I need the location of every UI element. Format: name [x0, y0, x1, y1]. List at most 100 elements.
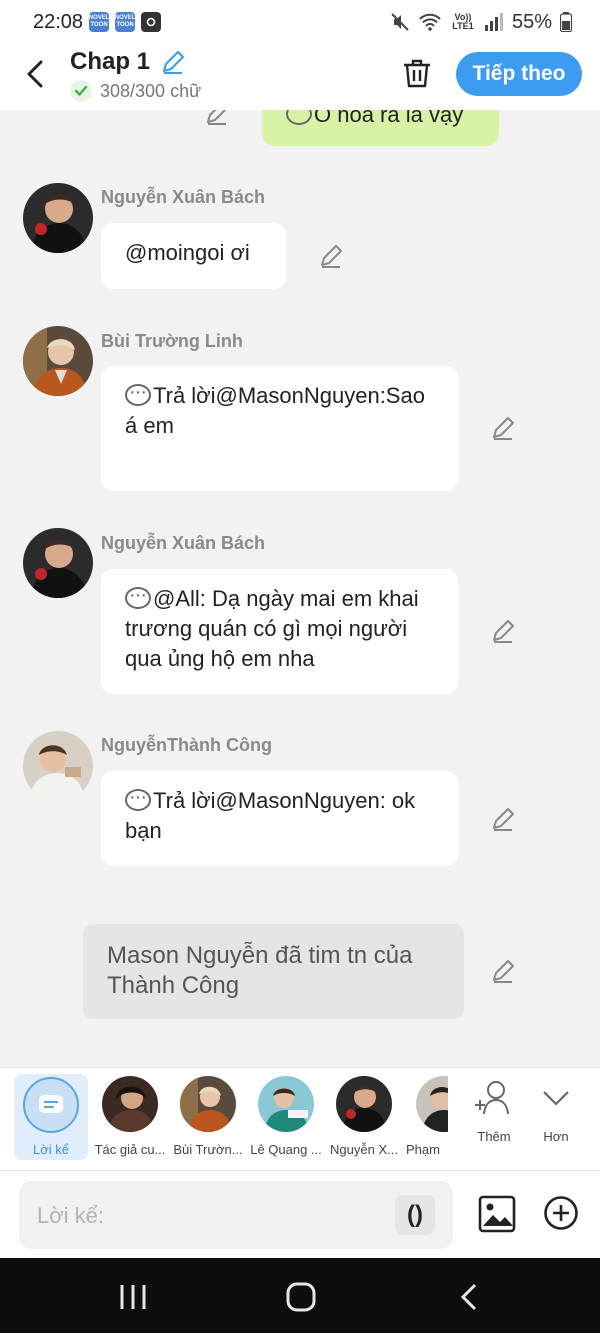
pencil-icon — [493, 960, 514, 983]
input-placeholder: Lời kể: — [37, 1203, 105, 1228]
chevron-down-icon — [543, 1091, 569, 1106]
message-input[interactable]: Lời kể: () — [19, 1181, 453, 1249]
system-message-text: Mason Nguyễn đã tim tn của Thành Công — [107, 942, 413, 999]
own-message-bubble[interactable]: Ồ hóa ra là vậy — [262, 110, 499, 146]
sender-name: Bùi Trường Linh — [101, 331, 243, 351]
battery-percent: 55% — [511, 10, 552, 33]
check-icon — [70, 80, 92, 102]
home-button[interactable] — [286, 1282, 316, 1312]
chapter-title: Chap 1 — [70, 48, 151, 75]
recent-apps-icon — [120, 1285, 146, 1309]
pencil-icon — [493, 620, 514, 643]
character-item[interactable]: Nguyễn X... — [326, 1076, 402, 1157]
edit-message-button[interactable] — [490, 415, 516, 441]
delete-button[interactable] — [400, 56, 434, 90]
reply-icon — [125, 782, 151, 812]
pencil-icon — [321, 245, 342, 268]
narrator-avatar — [23, 1077, 79, 1133]
message-bubble[interactable]: Trả lời@MasonNguyen: ok bạn — [101, 771, 458, 866]
back-icon — [460, 1283, 477, 1311]
novel-toon-app-icon: NOVEL TOON — [89, 12, 109, 32]
sender-name: Nguyễn Xuân Bách — [101, 187, 266, 207]
edit-message-button[interactable] — [490, 958, 516, 984]
trash-icon — [404, 59, 430, 88]
plus-circle-icon — [544, 1196, 578, 1230]
message-bubble[interactable]: @All: Dạ ngày mai em khai trương quán có… — [101, 569, 458, 694]
message-bubble[interactable]: Trả lời@MasonNguyen:Sao á em — [101, 366, 458, 491]
reply-icon — [125, 580, 151, 610]
camera-app-icon — [141, 12, 162, 32]
character-label: Nguyễn X... — [330, 1142, 398, 1157]
message-text: Ồ hóa ra là vậy — [314, 110, 464, 127]
system-navigation-bar — [0, 1258, 600, 1333]
parentheses-button[interactable]: () — [395, 1195, 435, 1235]
collapse-label: Hơn — [543, 1129, 569, 1144]
message-text: Trả lời@MasonNguyen:Sao á em — [125, 383, 425, 438]
system-message[interactable]: Mason Nguyễn đã tim tn của Thành Công — [83, 924, 464, 1019]
back-nav-button[interactable] — [454, 1282, 484, 1312]
mute-icon — [391, 13, 409, 31]
home-icon — [286, 1282, 316, 1312]
reply-icon — [125, 377, 151, 407]
sender-name: Nguyễn Xuân Bách — [101, 533, 266, 553]
avatar[interactable] — [23, 731, 93, 801]
edit-message-button[interactable] — [490, 806, 516, 832]
next-button[interactable]: Tiếp theo — [456, 52, 582, 96]
status-time: 22:08 — [33, 10, 84, 33]
back-button[interactable] — [20, 58, 50, 90]
chat-area[interactable]: Ồ hóa ra là vậy Nguyễn Xuân Bách @moingo… — [0, 110, 600, 1067]
sender-name: NguyễnThành Công — [101, 735, 272, 755]
character-label: Lời kể — [33, 1142, 69, 1157]
avatar[interactable] — [23, 326, 93, 396]
chevron-left-icon — [27, 60, 43, 88]
character-item[interactable]: Phạm — [404, 1076, 448, 1157]
edit-message-button[interactable] — [204, 110, 230, 126]
message-text: @All: Dạ ngày mai em khai trương quán có… — [125, 586, 419, 671]
status-bar: 22:08 NOVEL TOON NOVEL TOON Vo)) LTE1 55… — [0, 0, 600, 44]
character-label: Bùi Trườn... — [173, 1142, 243, 1157]
chapter-header: Chap 1 308/300 chữ Tiếp theo — [0, 44, 600, 110]
character-label: Lê Quang ... — [250, 1142, 322, 1157]
pencil-icon — [207, 110, 227, 125]
lte-indicator: Vo)) LTE1 — [452, 12, 474, 31]
recent-apps-button[interactable] — [118, 1282, 148, 1312]
add-person-icon — [475, 1081, 509, 1115]
message-bubble[interactable]: @moingoi ơi — [101, 223, 286, 289]
edit-message-button[interactable] — [490, 618, 516, 644]
character-narrator[interactable]: Lời kể — [14, 1074, 88, 1160]
avatar[interactable] — [23, 183, 93, 253]
character-label: Phạm — [406, 1142, 440, 1157]
character-item[interactable]: Tác giả cu... — [92, 1076, 168, 1157]
avatar — [336, 1076, 392, 1132]
message-icon — [39, 1095, 63, 1113]
message-text: @moingoi ơi — [125, 240, 250, 265]
title-block: Chap 1 308/300 chữ — [70, 48, 201, 102]
message-text: Trả lời@MasonNguyen: ok bạn — [125, 788, 416, 843]
pencil-icon — [163, 50, 185, 74]
character-item[interactable]: Bùi Trườn... — [170, 1076, 246, 1157]
pencil-icon — [493, 417, 514, 440]
add-character-button[interactable]: Thêm — [464, 1080, 524, 1144]
wifi-icon — [419, 13, 441, 31]
edit-title-button[interactable] — [160, 49, 186, 75]
character-selector: Lời kể Tác giả cu... Bùi Trườn... Lê Qua… — [0, 1067, 600, 1170]
pencil-icon — [493, 808, 514, 831]
image-icon — [478, 1195, 516, 1233]
composer-bar: Lời kể: () — [0, 1170, 600, 1258]
character-label: Tác giả cu... — [94, 1142, 166, 1157]
reply-icon — [286, 110, 312, 125]
avatar — [102, 1076, 158, 1132]
avatar — [258, 1076, 314, 1132]
edit-message-button[interactable] — [318, 243, 344, 269]
novel-toon-app-icon-2: NOVEL TOON — [115, 12, 135, 32]
avatar[interactable] — [23, 528, 93, 598]
avatar — [416, 1076, 448, 1132]
add-button[interactable] — [543, 1195, 579, 1231]
signal-icon — [484, 13, 503, 31]
more-label: Thêm — [477, 1129, 511, 1144]
status-indicators: Vo)) LTE1 55% — [390, 11, 572, 34]
collapse-button[interactable]: Hơn — [526, 1080, 586, 1144]
character-item[interactable]: Lê Quang ... — [248, 1076, 324, 1157]
insert-image-button[interactable] — [478, 1195, 516, 1233]
avatar — [180, 1076, 236, 1132]
